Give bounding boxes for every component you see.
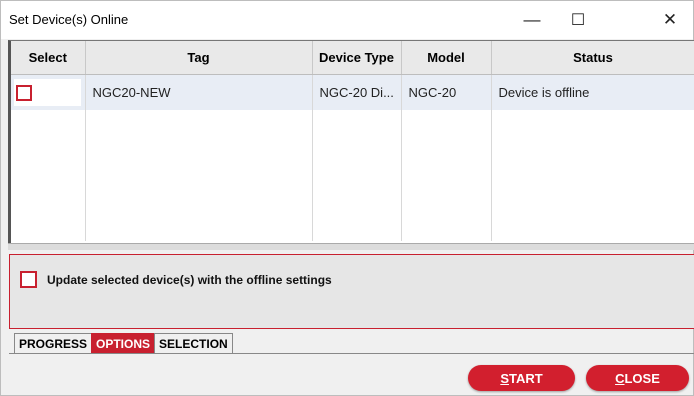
tab-progress[interactable]: PROGRESS [14, 333, 93, 353]
column-header-select[interactable]: Select [11, 41, 86, 75]
device-grid[interactable]: Select Tag Device Type Model Status NGC2… [8, 40, 694, 243]
column-header-status[interactable]: Status [491, 41, 694, 75]
select-cell-inner [14, 79, 81, 106]
table-row[interactable]: NGC20-NEW NGC-20 Di... NGC-20 Device is … [11, 74, 694, 110]
column-header-tag[interactable]: Tag [85, 41, 313, 75]
row-select-checkbox[interactable] [16, 84, 32, 101]
model-cell: NGC-20 [401, 74, 492, 110]
start-button-label: TART [508, 370, 543, 386]
window-title: Set Device(s) Online [9, 12, 129, 27]
update-offline-settings-checkbox[interactable] [20, 271, 37, 288]
options-panel: Update selected device(s) with the offli… [9, 254, 694, 329]
update-offline-settings-label: Update selected device(s) with the offli… [47, 272, 332, 287]
maximize-icon[interactable]: ☐ [555, 1, 601, 39]
tab-divider [9, 353, 694, 354]
close-button-mnemonic: C [615, 370, 625, 386]
tab-selection[interactable]: SELECTION [154, 333, 233, 353]
tab-strip: PROGRESS OPTIONS SELECTION [14, 333, 233, 353]
minimize-icon[interactable]: — [509, 1, 555, 39]
grid-header-row: Select Tag Device Type Model Status [11, 41, 694, 75]
column-header-device-type[interactable]: Device Type [312, 41, 402, 75]
close-button[interactable]: C LOSE [586, 365, 689, 391]
close-icon[interactable]: ✕ [647, 1, 693, 39]
device-type-cell: NGC-20 Di... [312, 74, 402, 110]
update-option-row[interactable]: Update selected device(s) with the offli… [20, 271, 332, 288]
close-button-label: LOSE [624, 370, 660, 386]
start-button[interactable]: S TART [468, 365, 575, 391]
column-header-model[interactable]: Model [401, 41, 492, 75]
tab-options[interactable]: OPTIONS [91, 333, 156, 353]
tag-cell: NGC20-NEW [85, 74, 313, 110]
panel-splitter[interactable] [8, 243, 694, 250]
select-cell [11, 74, 86, 110]
status-cell: Device is offline [491, 74, 694, 110]
title-bar: Set Device(s) Online — ☐ ✕ [1, 1, 693, 39]
set-devices-online-window: Set Device(s) Online — ☐ ✕ Select Tag De… [0, 0, 694, 396]
start-button-mnemonic: S [500, 370, 509, 386]
empty-grid-area [11, 110, 694, 241]
